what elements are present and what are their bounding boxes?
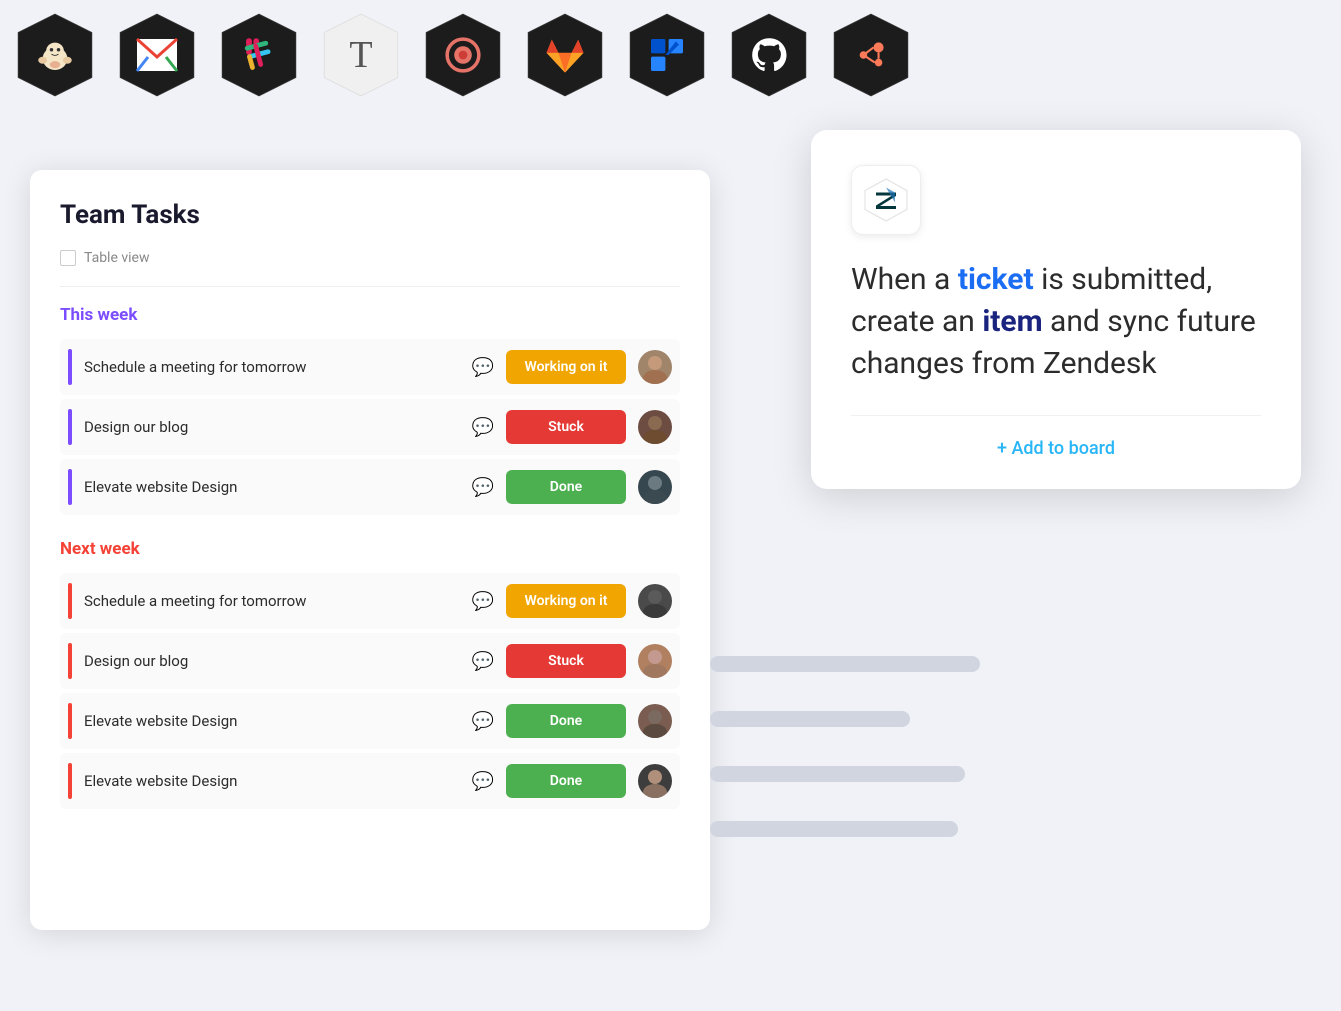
gray-bar [710, 711, 910, 727]
task-indicator [68, 763, 72, 799]
table-row: Design our blog 💬 Stuck [60, 633, 680, 689]
avatar [638, 644, 672, 678]
avatar [638, 350, 672, 384]
slack-icon[interactable] [214, 10, 304, 100]
task-indicator [68, 469, 72, 505]
github-icon[interactable] [724, 10, 814, 100]
avatar [638, 704, 672, 738]
table-row: Schedule a meeting for tomorrow 💬 Workin… [60, 339, 680, 395]
task-name: Elevate website Design [84, 712, 460, 730]
chat-icon[interactable]: 💬 [472, 711, 494, 732]
toggl-icon[interactable] [418, 10, 508, 100]
task-name: Schedule a meeting for tomorrow [84, 358, 460, 376]
table-view-checkbox[interactable] [60, 250, 76, 266]
gray-bar [710, 766, 965, 782]
task-name: Design our blog [84, 652, 460, 670]
zendesk-text-part1: When a [851, 262, 958, 297]
table-row: Elevate website Design 💬 Done [60, 693, 680, 749]
chat-icon[interactable]: 💬 [472, 591, 494, 612]
next-week-title: Next week [60, 539, 680, 559]
gmail-icon[interactable] [112, 10, 202, 100]
task-indicator [68, 703, 72, 739]
task-indicator [68, 583, 72, 619]
avatar [638, 764, 672, 798]
task-indicator [68, 643, 72, 679]
add-to-board-button[interactable]: + Add to board [851, 438, 1261, 459]
zendesk-description: When a ticket is submitted, create an it… [851, 259, 1261, 385]
this-week-title: This week [60, 305, 680, 325]
mailchimp-icon[interactable] [10, 10, 100, 100]
next-week-section: Next week Schedule a meeting for tomorro… [60, 539, 680, 809]
avatar [638, 410, 672, 444]
gray-bar [710, 821, 958, 837]
gray-bars-area [710, 636, 980, 856]
twist-icon[interactable]: T [316, 10, 406, 100]
task-indicator [68, 409, 72, 445]
status-badge[interactable]: Working on it [506, 350, 626, 384]
table-row: Schedule a meeting for tomorrow 💬 Workin… [60, 573, 680, 629]
table-view-label: Table view [84, 250, 150, 266]
task-indicator [68, 349, 72, 385]
chat-icon[interactable]: 💬 [472, 771, 494, 792]
status-badge[interactable]: Stuck [506, 644, 626, 678]
zendesk-ticket-highlight: ticket [958, 262, 1034, 297]
task-name: Schedule a meeting for tomorrow [84, 592, 460, 610]
divider [60, 286, 680, 287]
gitlab-icon[interactable] [520, 10, 610, 100]
status-badge[interactable]: Stuck [506, 410, 626, 444]
table-row: Elevate website Design 💬 Done [60, 459, 680, 515]
avatar [638, 470, 672, 504]
chat-icon[interactable]: 💬 [472, 651, 494, 672]
this-week-section: This week Schedule a meeting for tomorro… [60, 305, 680, 515]
chat-icon[interactable]: 💬 [472, 477, 494, 498]
task-name: Design our blog [84, 418, 460, 436]
card-divider [851, 415, 1261, 416]
status-badge[interactable]: Working on it [506, 584, 626, 618]
table-view-row: Table view [60, 250, 680, 266]
chat-icon[interactable]: 💬 [472, 357, 494, 378]
chat-icon[interactable]: 💬 [472, 417, 494, 438]
task-name: Elevate website Design [84, 772, 460, 790]
zendesk-card: When a ticket is submitted, create an it… [811, 130, 1301, 489]
zendesk-logo [851, 165, 921, 235]
status-badge[interactable]: Done [506, 764, 626, 798]
hubspot-icon[interactable] [826, 10, 916, 100]
task-board: Team Tasks Table view This week Schedule… [30, 170, 710, 930]
board-title: Team Tasks [60, 200, 680, 230]
task-name: Elevate website Design [84, 478, 460, 496]
integration-icons-row: T [10, 10, 916, 100]
status-badge[interactable]: Done [506, 470, 626, 504]
zendesk-item-highlight: item [982, 304, 1042, 339]
avatar [638, 584, 672, 618]
table-row: Elevate website Design 💬 Done [60, 753, 680, 809]
status-badge[interactable]: Done [506, 704, 626, 738]
table-row: Design our blog 💬 Stuck [60, 399, 680, 455]
gray-bar [710, 656, 980, 672]
jira-icon[interactable] [622, 10, 712, 100]
